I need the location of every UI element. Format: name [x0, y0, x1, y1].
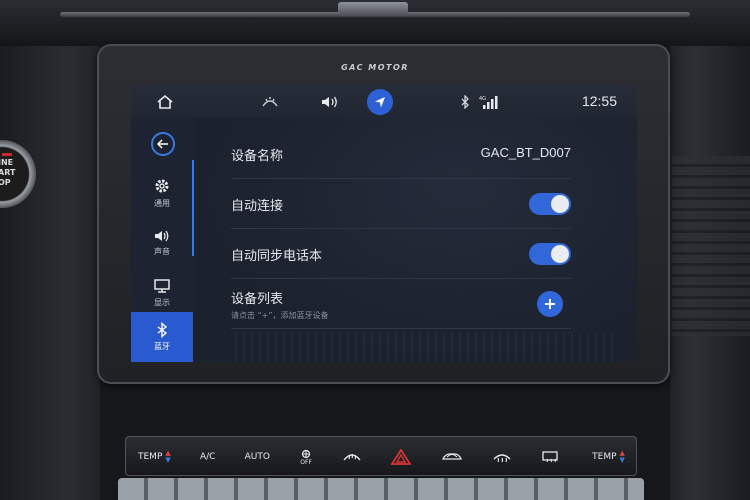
sidebar-item-bluetooth[interactable]: 蓝牙	[131, 312, 193, 362]
rear-defrost-button[interactable]	[541, 446, 563, 468]
navigation-arrow-icon	[375, 97, 385, 108]
temp-left-button[interactable]: TEMP ▲ ▼	[138, 446, 171, 468]
recirculation-icon	[441, 453, 462, 460]
air-vent	[672, 156, 750, 336]
dashboard-center-clip	[338, 2, 408, 16]
device-name-value: GAC_BT_D007	[480, 145, 571, 160]
dashboard-left-panel	[0, 46, 100, 500]
infotainment-screen: 4G 12:55 通用 声音 显示 蓝牙 设备名称 GAC_BT_D007 自动…	[131, 86, 637, 362]
sync-phonebook-row: 自动同步电话本	[231, 229, 571, 279]
bluetooth-icon	[459, 92, 471, 112]
device-name-label: 设备名称	[231, 149, 284, 164]
back-button[interactable]	[151, 132, 175, 156]
recirculation-button[interactable]	[441, 446, 463, 468]
sidebar-item-label: 显示	[154, 298, 170, 307]
sidebar-item-label: 蓝牙	[154, 342, 170, 351]
start-button-label: INE ART OP	[0, 158, 16, 187]
device-list-row: 设备列表 请点击 “+”，添加蓝牙设备	[231, 279, 571, 329]
sync-phonebook-toggle[interactable]	[529, 243, 571, 265]
fan-off-label: OFF	[300, 458, 312, 466]
toggle-knob	[551, 245, 569, 263]
front-defrost-icon	[493, 454, 511, 463]
sidebar-item-display[interactable]: 显示	[131, 268, 193, 318]
sidebar-item-label: 声音	[154, 247, 170, 256]
home-icon[interactable]	[155, 92, 175, 112]
fan-off-button[interactable]: OFF	[299, 446, 313, 468]
temp-right-button[interactable]: TEMP ▲ ▼	[592, 446, 625, 468]
sidebar-item-sound[interactable]: 声音	[131, 218, 193, 268]
clock: 12:55	[581, 93, 617, 109]
plus-icon	[545, 299, 555, 309]
device-name-row[interactable]: 设备名称 GAC_BT_D007	[231, 129, 571, 179]
fan-off-icon	[302, 449, 311, 458]
navigation-button[interactable]	[367, 89, 393, 115]
gear-icon	[155, 179, 169, 193]
device-list-hint: 请点击 “+”，添加蓝牙设备	[231, 311, 329, 320]
auto-connect-toggle[interactable]	[529, 193, 571, 215]
windshield-defrost-icon	[343, 453, 361, 461]
windshield-defrost-button[interactable]	[342, 446, 362, 468]
start-button-red-mark	[2, 153, 12, 156]
front-defrost-button[interactable]	[492, 446, 512, 468]
bluetooth-icon	[157, 322, 168, 338]
status-bar: 4G 12:55	[131, 86, 637, 118]
back-arrow-icon	[156, 139, 168, 149]
monitor-icon	[154, 279, 170, 293]
ac-button[interactable]: A/C	[200, 446, 215, 468]
auto-connect-label: 自动连接	[231, 199, 284, 214]
dashboard-top-trim	[0, 0, 750, 46]
brand-logo-text: GAC MOTOR	[341, 63, 409, 72]
speaker-icon	[155, 230, 169, 242]
add-device-button[interactable]	[537, 291, 563, 317]
sync-phonebook-label: 自动同步电话本	[231, 249, 323, 264]
bluetooth-settings-panel: 设备名称 GAC_BT_D007 自动连接 自动同步电话本 设备列表 请点击 “…	[195, 118, 637, 362]
wiper-icon[interactable]	[259, 92, 281, 112]
signal-label: 4G	[479, 96, 486, 102]
sidebar-item-label: 通用	[154, 199, 170, 208]
volume-icon[interactable]	[319, 92, 341, 112]
climate-buttons: TEMP ▲ ▼ A/C AUTO OFF TEMP ▲ ▼	[130, 442, 633, 472]
rear-defrost-icon	[542, 451, 558, 463]
sidebar-item-general[interactable]: 通用	[131, 168, 193, 218]
hazard-icon	[391, 449, 412, 465]
settings-sidebar: 通用 声音 显示 蓝牙	[131, 118, 194, 362]
dashboard-right-panel	[670, 46, 750, 500]
auto-connect-row: 自动连接	[231, 179, 571, 229]
auto-label: AUTO	[244, 452, 270, 462]
device-list-label: 设备列表	[231, 292, 284, 307]
temp-left-arrows: ▲ ▼	[165, 449, 171, 464]
temp-left-label: TEMP	[138, 452, 163, 462]
panel-floor-decoration	[235, 332, 615, 362]
lower-console-trim	[118, 478, 644, 500]
temp-right-label: TEMP	[592, 452, 617, 462]
toggle-knob	[551, 195, 569, 213]
auto-button[interactable]: AUTO	[245, 446, 270, 468]
hazard-button[interactable]	[391, 446, 412, 468]
temp-right-arrows: ▲ ▼	[619, 449, 625, 464]
signal-bars-icon: 4G	[479, 92, 501, 112]
ac-label: A/C	[199, 452, 216, 462]
